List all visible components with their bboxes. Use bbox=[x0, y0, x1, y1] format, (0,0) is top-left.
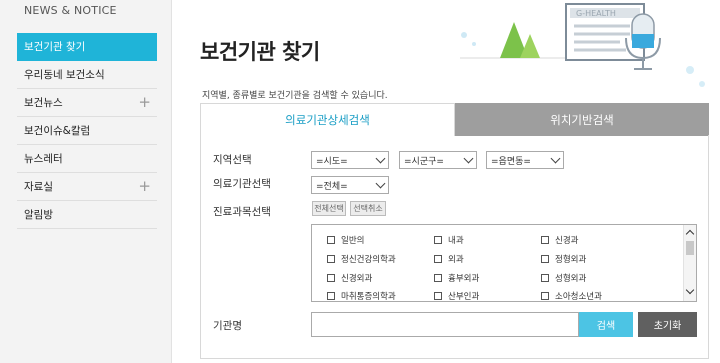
header-illustration: G-HEALTH bbox=[460, 3, 705, 87]
department-checkbox[interactable] bbox=[327, 255, 335, 263]
sido-value: =시도= bbox=[316, 156, 348, 167]
deselect-button[interactable]: 선택취소 bbox=[350, 201, 386, 216]
tab-detailed-search[interactable]: 의료기관상세검색 bbox=[200, 103, 455, 136]
sidebar-item-issues-columns[interactable]: 보건이슈&칼럼 bbox=[17, 117, 157, 145]
reset-button[interactable]: 초기화 bbox=[638, 312, 697, 337]
sidebar-item-notice-board[interactable]: 알림방 bbox=[17, 201, 157, 229]
scrollbar-thumb[interactable] bbox=[686, 241, 694, 255]
select-all-button[interactable]: 전체선택 bbox=[312, 201, 346, 216]
sidebar-item-resources[interactable]: 자료실 + bbox=[17, 173, 157, 201]
sidebar-menu: 보건기관 찾기 우리동네 보건소식 보건뉴스 + 보건이슈&칼럼 뉴스레터 자료… bbox=[17, 33, 157, 229]
department-label-text: 신경외과 bbox=[341, 274, 373, 284]
sidebar: NEWS & NOTICE 보건기관 찾기 우리동네 보건소식 보건뉴스 + 보… bbox=[0, 0, 172, 363]
sidebar-title: NEWS & NOTICE bbox=[24, 4, 117, 17]
department-label-text: 성형외과 bbox=[555, 274, 587, 284]
list-item: 마취통증의학과 bbox=[327, 290, 396, 302]
sidebar-item-label: 보건뉴스 bbox=[24, 97, 63, 109]
department-label-text: 내과 bbox=[448, 236, 464, 246]
sidebar-item-label: 알림방 bbox=[24, 209, 53, 221]
plus-icon[interactable]: + bbox=[138, 179, 151, 194]
department-label-text: 신경과 bbox=[555, 236, 579, 246]
sido-select[interactable]: =시도= bbox=[311, 151, 389, 169]
institution-select[interactable]: =전체= bbox=[311, 176, 389, 194]
department-label-text: 산부인과 bbox=[448, 292, 480, 302]
page-description: 지역별, 종류별로 보건기관을 검색할 수 있습니다. bbox=[202, 91, 388, 101]
list-item: 흉부외과 bbox=[434, 272, 479, 284]
sidebar-item-find-institution[interactable]: 보건기관 찾기 bbox=[17, 33, 157, 61]
list-item: 외과 bbox=[434, 253, 464, 265]
department-label-text: 외과 bbox=[448, 255, 464, 265]
bubble-icon bbox=[472, 42, 476, 46]
chevron-up-icon[interactable] bbox=[685, 229, 695, 239]
department-label-text: 일반의 bbox=[341, 236, 365, 246]
list-item: 내과 bbox=[434, 234, 464, 246]
institution-label: 의료기관선택 bbox=[213, 178, 271, 190]
department-checkbox[interactable] bbox=[327, 292, 335, 300]
department-list: 일반의 내과 신경과 정신건강의학과 외과 정형외과 신경외과 흉부외과 성형외… bbox=[311, 224, 697, 302]
department-label-text: 소아청소년과 bbox=[555, 292, 602, 302]
department-checkbox[interactable] bbox=[541, 236, 549, 244]
department-label: 진료과목선택 bbox=[213, 206, 271, 218]
sidebar-item-label: 보건이슈&칼럼 bbox=[24, 125, 91, 137]
page-title: 보건기관 찾기 bbox=[200, 40, 320, 64]
department-checkbox[interactable] bbox=[541, 292, 549, 300]
search-button[interactable]: 검색 bbox=[579, 312, 633, 337]
department-checkbox[interactable] bbox=[541, 274, 549, 282]
bubble-icon bbox=[699, 81, 705, 87]
eupmyeondong-value: =읍면동= bbox=[491, 156, 531, 167]
sigungu-value: =시군구= bbox=[404, 156, 444, 167]
department-checkbox[interactable] bbox=[327, 236, 335, 244]
sidebar-item-label: 우리동네 보건소식 bbox=[24, 69, 105, 81]
list-item: 일반의 bbox=[327, 234, 364, 246]
list-item: 신경외과 bbox=[327, 272, 372, 284]
sidebar-item-health-news[interactable]: 보건뉴스 + bbox=[17, 89, 157, 117]
bubble-icon bbox=[461, 32, 467, 38]
chevron-down-icon[interactable] bbox=[685, 285, 695, 295]
department-checkbox[interactable] bbox=[434, 255, 442, 263]
list-item: 정신건강의학과 bbox=[327, 253, 396, 265]
institution-name-label: 기관명 bbox=[213, 320, 242, 332]
eupmyeondong-select[interactable]: =읍면동= bbox=[486, 151, 564, 169]
chevron-down-icon bbox=[463, 153, 474, 164]
sidebar-item-label: 뉴스레터 bbox=[24, 153, 63, 165]
list-item: 신경과 bbox=[541, 234, 578, 246]
department-label-text: 마취통증의학과 bbox=[341, 292, 396, 302]
list-item: 소아청소년과 bbox=[541, 290, 602, 302]
sidebar-item-local-news[interactable]: 우리동네 보건소식 bbox=[17, 61, 157, 89]
department-checkbox[interactable] bbox=[434, 274, 442, 282]
department-checkbox[interactable] bbox=[327, 274, 335, 282]
department-checkbox[interactable] bbox=[541, 255, 549, 263]
search-panel: 지역선택 =시도= =시군구= =읍면동= 의료기관선택 =전체= 진료과목선택… bbox=[200, 135, 709, 359]
bubble-icon bbox=[686, 66, 694, 74]
institution-value: =전체= bbox=[316, 181, 348, 192]
institution-name-input[interactable] bbox=[311, 312, 579, 337]
list-item: 성형외과 bbox=[541, 272, 586, 284]
search-tabs: 의료기관상세검색 위치기반검색 bbox=[200, 103, 709, 136]
chevron-down-icon bbox=[375, 153, 386, 164]
department-label-text: 흉부외과 bbox=[448, 274, 480, 284]
sidebar-item-label: 자료실 bbox=[24, 181, 53, 193]
list-scrollbar[interactable] bbox=[683, 225, 696, 301]
tab-location-search[interactable]: 위치기반검색 bbox=[455, 103, 709, 136]
department-checkbox[interactable] bbox=[434, 292, 442, 300]
sidebar-item-newsletter[interactable]: 뉴스레터 bbox=[17, 145, 157, 173]
illustration-text: G-HEALTH bbox=[576, 9, 616, 18]
plus-icon[interactable]: + bbox=[138, 95, 151, 110]
department-label-text: 정형외과 bbox=[555, 255, 587, 265]
department-checkbox[interactable] bbox=[434, 236, 442, 244]
chevron-down-icon bbox=[550, 153, 561, 164]
sigungu-select[interactable]: =시군구= bbox=[399, 151, 477, 169]
chevron-down-icon bbox=[375, 178, 386, 189]
sidebar-item-label: 보건기관 찾기 bbox=[24, 41, 86, 53]
list-item: 산부인과 bbox=[434, 290, 479, 302]
list-item: 정형외과 bbox=[541, 253, 586, 265]
department-label-text: 정신건강의학과 bbox=[341, 255, 396, 265]
region-label: 지역선택 bbox=[213, 154, 252, 166]
